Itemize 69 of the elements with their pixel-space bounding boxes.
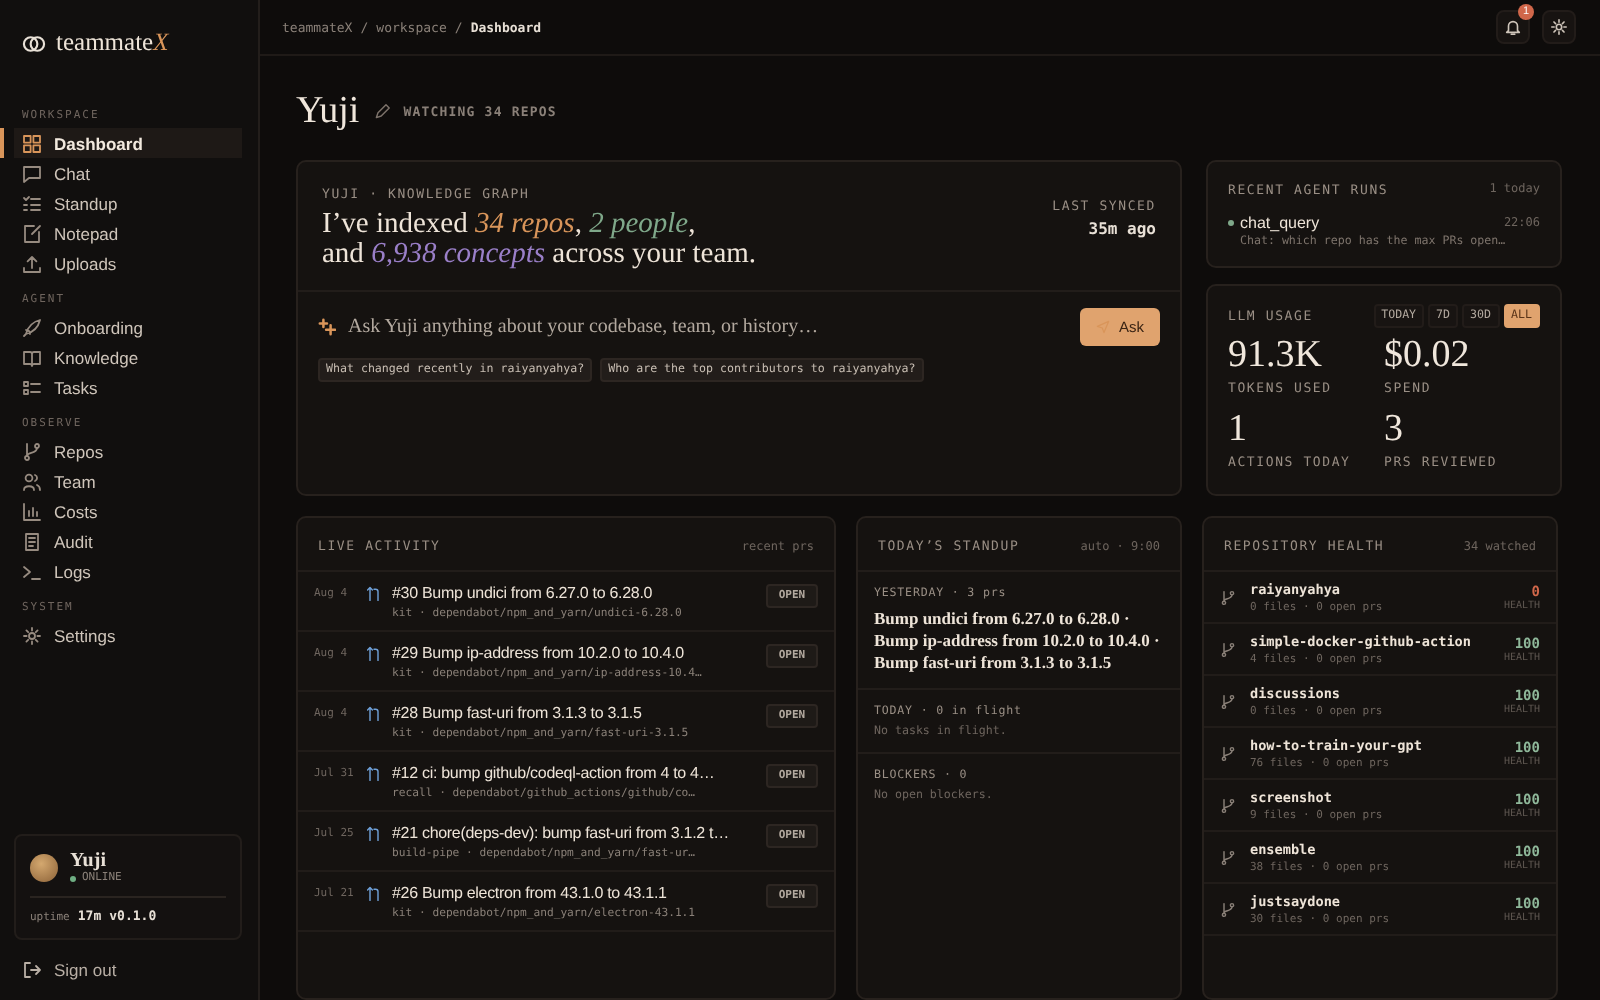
pull-request-icon (366, 706, 382, 722)
pr-title[interactable]: #26 Bump electron from 43.1.0 to 43.1.1 (392, 884, 758, 904)
pull-request-icon (366, 586, 382, 602)
nav-item[interactable]: Audit (0, 526, 242, 556)
nav-item[interactable]: Repos (0, 436, 242, 466)
nav-item[interactable]: Team (0, 466, 242, 496)
nav-item[interactable]: Settings (0, 620, 242, 650)
status-dot-icon (70, 875, 76, 881)
branch-icon (1220, 798, 1236, 814)
nav-item[interactable]: Dashboard (0, 128, 242, 158)
book-icon (22, 347, 42, 367)
note-icon (22, 223, 42, 243)
gear-icon (22, 625, 42, 645)
avatar (30, 853, 58, 881)
stat-value: 1 (1228, 410, 1249, 450)
pr-title[interactable]: #30 Bump undici from 6.27.0 to 6.28.0 (392, 584, 758, 604)
sign-out-icon (22, 960, 42, 980)
nav-item[interactable]: Onboarding (0, 312, 242, 342)
stat-value: 3 (1384, 410, 1405, 450)
nav-item[interactable]: Chat (0, 158, 242, 188)
audit-icon (22, 531, 42, 551)
standup-summary: Bump undici from 6.27.0 to 6.28.0 · Bump ip-address from 10.2.0 to 10.4.0 · Bump fast-uri from 3.1.3 to 3.1.5 (874, 608, 1162, 674)
sparkle-icon (318, 318, 336, 336)
tasks-icon (22, 377, 42, 397)
pr-title[interactable]: #29 Bump ip-address from 10.2.0 to 10.4.0 (392, 644, 758, 664)
pr-title[interactable]: #12 ci: bump github/codeql-action from 4 to 4… (392, 764, 758, 784)
branch-icon (1220, 642, 1236, 658)
users-icon (22, 471, 42, 491)
run-name: chat_query (1240, 214, 1322, 232)
chat-icon (22, 163, 42, 183)
grid-icon (22, 133, 42, 153)
pr-title[interactable]: #28 Bump fast-uri from 3.1.3 to 3.1.5 (392, 704, 758, 724)
pencil-icon[interactable] (373, 104, 390, 120)
nav-item[interactable]: Tasks (0, 372, 242, 402)
pull-request-icon (366, 826, 382, 842)
nav-item[interactable]: Knowledge (0, 342, 242, 372)
pull-request-icon (366, 886, 382, 902)
nav-item[interactable]: Notepad (0, 218, 242, 248)
bar-chart-icon (22, 501, 42, 521)
stat-value: 91.3K (1228, 336, 1324, 376)
nav-item[interactable]: Costs (0, 496, 242, 526)
branch-icon (1220, 694, 1236, 710)
pr-title[interactable]: #21 chore(deps-dev): bump fast-uri from 3.1.2 t… (392, 824, 758, 844)
bell-icon (1504, 18, 1522, 36)
nav-item[interactable]: Uploads (0, 248, 242, 278)
settings-button[interactable] (1542, 10, 1576, 44)
terminal-icon (22, 561, 42, 581)
logo-icon (22, 31, 46, 55)
nav-item[interactable]: Logs (0, 556, 242, 586)
rocket-icon (22, 317, 42, 337)
user-name: Yuji (70, 850, 106, 872)
settings-icon (1550, 18, 1568, 36)
branch-icon (1220, 746, 1236, 762)
branch-icon (1220, 902, 1236, 918)
ask-input-field[interactable]: Ask Yuji anything about your codebase, team, or history… (348, 316, 1069, 338)
stat-value: $0.02 (1384, 336, 1472, 376)
branch-icon (22, 441, 42, 461)
branch-icon (1220, 850, 1236, 866)
upload-icon (22, 253, 42, 273)
nav-item[interactable]: Standup (0, 188, 242, 218)
pull-request-icon (366, 766, 382, 782)
sign-out-button[interactable]: Sign out (0, 956, 258, 1000)
last-synced-value: 35m ago (1088, 220, 1156, 238)
knowledge-headline: I’ve indexed 34 repos, 2 people, and 6,938 concepts across your team. (322, 210, 757, 270)
pull-request-icon (366, 646, 382, 662)
branch-icon (1220, 590, 1236, 606)
app-logo: teammateX (56, 28, 169, 58)
list-icon (22, 193, 42, 213)
page-title: Yuji (296, 90, 360, 134)
